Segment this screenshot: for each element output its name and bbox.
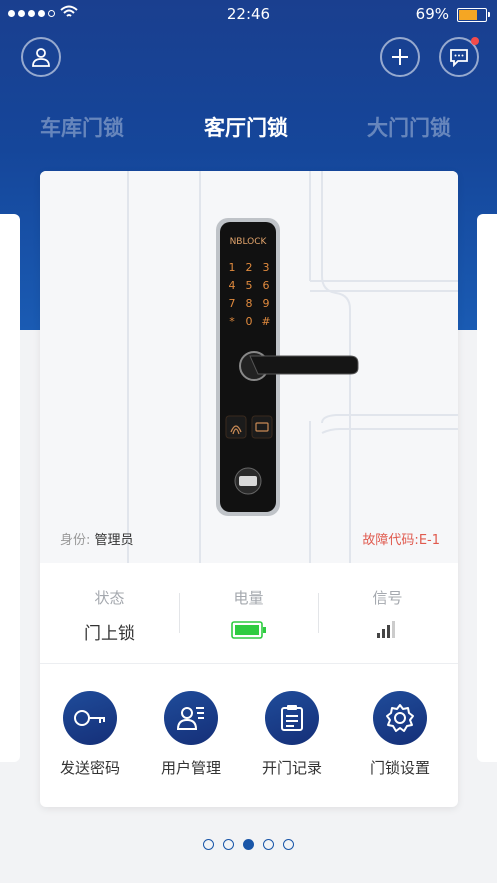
lock-brand: NBLOCK (230, 237, 268, 247)
fault-code: 故障代码:E-1 (362, 529, 440, 548)
status-label-battery: 电量 (233, 589, 264, 607)
keypad-key: 3 (263, 261, 270, 274)
key-icon (63, 691, 117, 745)
keypad-key: 5 (246, 279, 253, 292)
gear-icon (373, 691, 427, 745)
status-battery: 电量 (179, 563, 318, 663)
keypad-key: 7 (229, 297, 236, 310)
send-password-button[interactable]: 发送密码 (45, 691, 135, 778)
lock-settings-button[interactable]: 门锁设置 (355, 691, 445, 778)
action-label: 开门记录 (261, 759, 322, 777)
door-illustration: NBLOCK 1 2 3 4 5 6 7 8 9 * 0 # (40, 171, 458, 563)
page-dot[interactable] (263, 839, 274, 850)
page-indicator (0, 839, 497, 850)
user-icon (32, 48, 50, 67)
keypad-key: # (261, 315, 270, 328)
status-row: 状态 门上锁 电量 信号 (40, 563, 458, 664)
lock-card: NBLOCK 1 2 3 4 5 6 7 8 9 * 0 # 身份: 管理员 故障代码:E-1 状态 … (40, 171, 458, 807)
keypad-key: 2 (246, 261, 253, 274)
messages-button[interactable] (439, 37, 479, 77)
action-label: 用户管理 (160, 759, 221, 777)
keypad-key: 4 (229, 279, 236, 292)
page-dot[interactable] (243, 839, 254, 850)
keypad-key: 0 (246, 315, 253, 328)
action-label: 发送密码 (59, 759, 120, 777)
status-signal: 信号 (318, 563, 457, 663)
unread-badge (471, 37, 479, 45)
action-label: 门锁设置 (369, 759, 430, 777)
status-label-lock: 状态 (94, 589, 125, 607)
smart-lock-image: NBLOCK 1 2 3 4 5 6 7 8 9 * 0 # (216, 218, 359, 516)
tab-main-door-lock[interactable]: 大门门锁 (367, 112, 451, 142)
keypad-key: 1 (229, 261, 236, 274)
tab-living-room-lock[interactable]: 客厅门锁 (204, 112, 288, 142)
clipboard-icon (265, 691, 319, 745)
battery-icon (457, 8, 490, 22)
add-lock-button[interactable] (380, 37, 420, 77)
lock-state-value: 门上锁 (84, 624, 135, 644)
keypad-key: 9 (263, 297, 270, 310)
user-management-button[interactable]: 用户管理 (146, 691, 236, 778)
role-info: 身份: 管理员 (60, 529, 134, 548)
tab-garage-lock[interactable]: 车库门锁 (40, 112, 124, 142)
battery-full-icon (231, 621, 266, 639)
keypad-key: 6 (263, 279, 270, 292)
role-label: 身份: (60, 533, 91, 548)
action-grid: 发送密码 用户管理 开门记录 门锁设置 (40, 691, 458, 781)
signal-bars-icon (377, 621, 395, 638)
role-value: 管理员 (94, 533, 134, 548)
page-dot[interactable] (223, 839, 234, 850)
lock-tabs: 车库门锁 客厅门锁 大门门锁 (0, 112, 497, 146)
status-bar: 22:46 69% (0, 0, 497, 28)
chat-icon (450, 49, 468, 67)
status-lock: 状态 门上锁 (40, 563, 179, 663)
battery-percent: 69% (415, 5, 449, 23)
page-dot[interactable] (283, 839, 294, 850)
plus-icon (392, 49, 408, 65)
fault-label: 故障代码: (362, 533, 419, 548)
next-lock-card[interactable] (477, 214, 497, 762)
profile-button[interactable] (21, 37, 61, 77)
keypad-key: 8 (246, 297, 253, 310)
prev-lock-card[interactable] (0, 214, 20, 762)
fault-value: E-1 (418, 533, 440, 548)
user-manage-icon (164, 691, 218, 745)
unlock-records-button[interactable]: 开门记录 (247, 691, 337, 778)
status-label-signal: 信号 (372, 589, 403, 607)
keypad-key: * (229, 315, 235, 328)
page-dot[interactable] (203, 839, 214, 850)
